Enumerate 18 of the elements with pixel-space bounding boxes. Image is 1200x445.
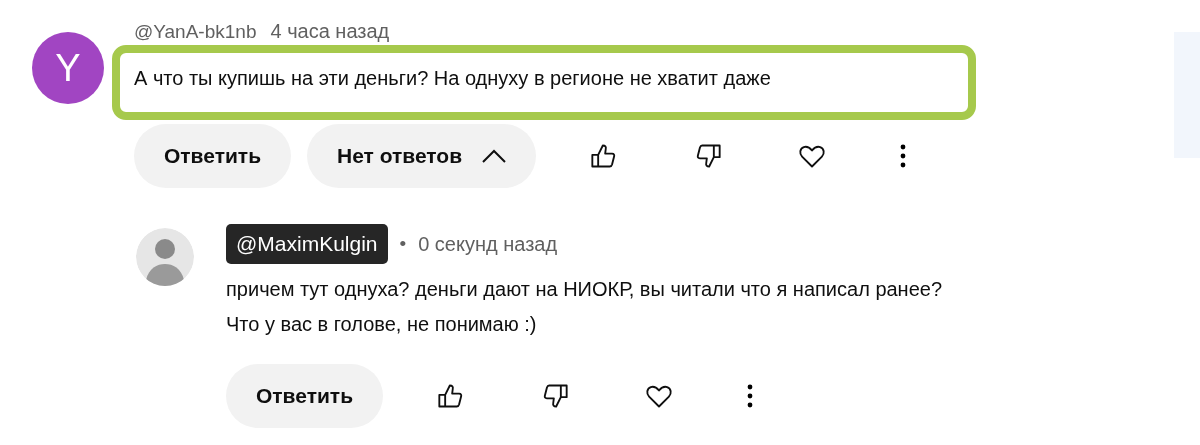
comment-text: А что ты купишь на эти деньги? На однуху в регионе не хватит даже <box>134 66 772 91</box>
author-name[interactable]: @YanA-bk1nb <box>134 20 257 43</box>
more-icon[interactable] <box>900 144 907 168</box>
separator: • <box>399 233 407 255</box>
avatar[interactable]: Y <box>32 32 104 104</box>
author-badge[interactable]: @MaximKulgin <box>226 224 388 264</box>
reply-button[interactable]: Ответить <box>226 364 384 428</box>
comment-text: Что у вас в голове, не понимаю :) <box>226 312 538 337</box>
dislike-icon[interactable] <box>541 382 570 410</box>
timestamp[interactable]: 0 секунд назад <box>418 232 558 256</box>
dislike-icon[interactable] <box>694 142 723 170</box>
more-icon[interactable] <box>747 384 754 408</box>
replies-toggle[interactable]: Нет ответов <box>307 124 537 188</box>
comment-text: причем тут однуха? деньги дают на НИОКР, вы читали что я написал ранее? <box>226 277 943 302</box>
timestamp[interactable]: 4 часа назад <box>270 20 390 43</box>
caret-icon <box>482 149 507 163</box>
reply-button[interactable]: Ответить <box>134 124 292 188</box>
avatar[interactable] <box>136 228 194 286</box>
